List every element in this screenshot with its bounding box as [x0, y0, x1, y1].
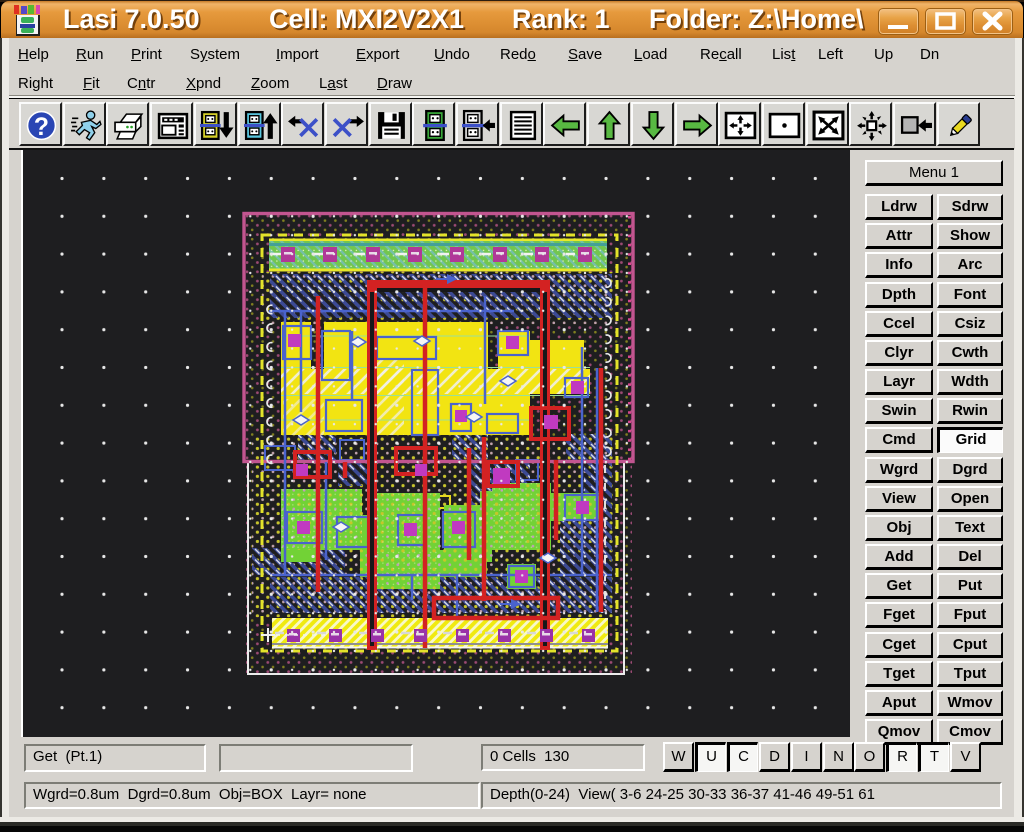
svg-text:?: ?	[34, 114, 49, 141]
